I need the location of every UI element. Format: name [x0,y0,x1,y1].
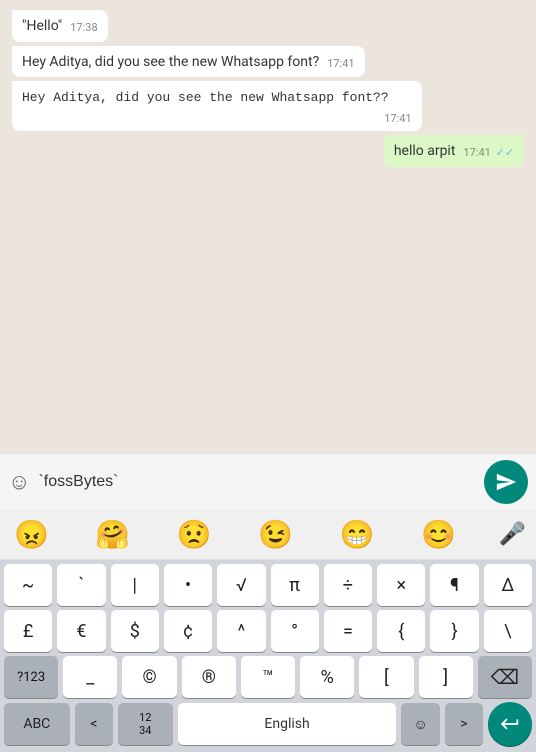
key-√[interactable]: √ [217,564,265,606]
message-row: hello arpit 17:41 ✓✓ [12,135,524,167]
input-bar: ☺ [0,453,536,510]
lt-key[interactable]: < [75,703,113,745]
key-⌫[interactable]: ⌫ [478,656,532,698]
key-°[interactable]: ° [271,610,319,652]
key-=[interactable]: = [324,610,372,652]
key-\[interactable]: \ [484,610,532,652]
keyboard-row-3: ?123_©®™%[]⌫ [0,652,536,698]
key-{[interactable]: { [377,610,425,652]
key-^[interactable]: ^ [217,610,265,652]
key-¶[interactable]: ¶ [430,564,478,606]
key-£[interactable]: £ [4,610,52,652]
emoji-item[interactable]: 🤗 [91,516,134,553]
keyboard-row-1: ~`|•√π÷×¶∆ [0,560,536,606]
emoji-item[interactable]: 😟 [173,516,216,553]
bubble-text: Hey Aditya, did you see the new Whatsapp… [22,54,319,70]
message-row: "Hello" 17:38 [12,10,524,42]
emoji-button[interactable]: ☺ [8,469,30,495]
nums-key[interactable]: 1234 [118,703,173,745]
key-%[interactable]: % [300,656,354,698]
key-®[interactable]: ® [182,656,236,698]
key-|[interactable]: | [111,564,159,606]
key-~[interactable]: ~ [4,564,52,606]
bubble-text: hello arpit [394,143,456,159]
message-time: 17:41 [327,56,354,71]
key-™[interactable]: ™ [241,656,295,698]
key-×[interactable]: × [377,564,425,606]
key-€[interactable]: € [57,610,105,652]
chat-bubble: hello arpit 17:41 ✓✓ [384,135,524,167]
chat-bubble: Hey Aditya, did you see the new Whatsapp… [12,81,422,131]
emoji-item[interactable]: 😉 [254,516,297,553]
key-][interactable]: ] [419,656,473,698]
key-?123[interactable]: ?123 [4,656,58,698]
message-input[interactable] [38,473,476,491]
emoji-item[interactable]: 😁 [336,516,379,553]
enter-key[interactable] [488,702,532,746]
emoji-item[interactable]: 😠 [10,516,53,553]
keyboard-row-2: £€$¢^°={}\ [0,606,536,652]
keyboard-bottom-row: ABC<1234English☺> [0,698,536,752]
chat-bubble: Hey Aditya, did you see the new Whatsapp… [12,46,365,78]
message-row: Hey Aditya, did you see the new Whatsapp… [12,81,524,131]
message-ticks: ✓✓ [493,146,514,159]
key-÷[interactable]: ÷ [324,564,372,606]
key-π[interactable]: π [271,564,319,606]
key-$[interactable]: $ [111,610,159,652]
message-time: 17:38 [70,20,97,35]
key-∆[interactable]: ∆ [484,564,532,606]
keyboard: ~`|•√π÷×¶∆ £€$¢^°={}\ ?123_©®™%[]⌫ ABC<1… [0,560,536,752]
message-time: 17:41 ✓✓ [463,145,514,160]
key-_[interactable]: _ [63,656,117,698]
gt-key[interactable]: > [445,703,483,745]
key-}[interactable]: } [430,610,478,652]
send-button[interactable] [484,460,528,504]
emoji-face-key[interactable]: ☺ [401,703,439,745]
message-row: Hey Aditya, did you see the new Whatsapp… [12,46,524,78]
bubble-text: Hey Aditya, did you see the new Whatsapp… [22,90,389,105]
chat-bubble: "Hello" 17:38 [12,10,108,42]
key-`[interactable]: ` [57,564,105,606]
emoji-item[interactable]: 😊 [417,516,460,553]
key-©[interactable]: © [122,656,176,698]
key-¢[interactable]: ¢ [164,610,212,652]
chat-area: "Hello" 17:38 Hey Aditya, did you see the … [0,0,536,453]
key-•[interactable]: • [164,564,212,606]
mic-button[interactable]: 🎤 [499,522,526,547]
message-time: 17:41 [384,111,411,126]
emoji-row: 😠 🤗 😟 😉 😁 😊 🎤 [0,510,536,560]
abc-key[interactable]: ABC [4,703,70,745]
bubble-text: "Hello" [22,18,62,34]
key-[[interactable]: [ [359,656,413,698]
spacebar[interactable]: English [178,703,397,745]
